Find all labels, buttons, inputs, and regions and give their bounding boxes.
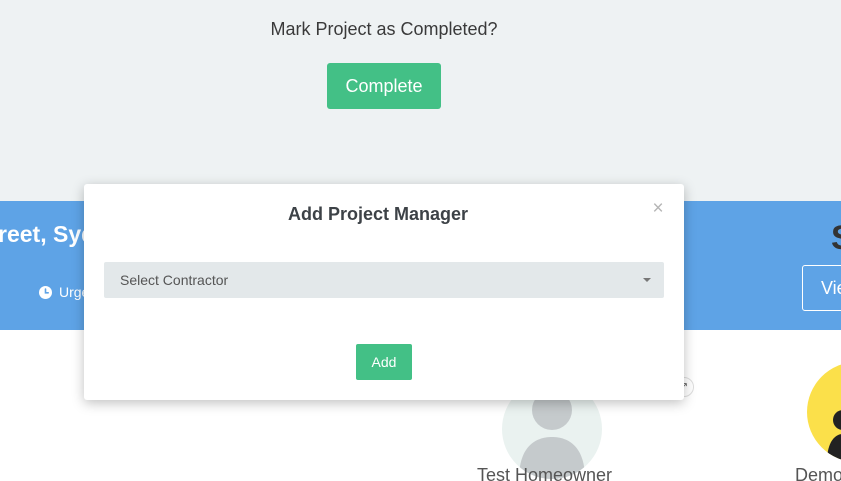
demo-name: Demo: [795, 465, 841, 481]
avatar: [807, 362, 841, 462]
project-address: reet, Syd: [0, 221, 96, 247]
urgency-label: Urge: [39, 284, 89, 300]
view-button[interactable]: Vie: [802, 265, 841, 311]
project-status: S: [831, 219, 841, 258]
complete-question: Mark Project as Completed?: [270, 19, 498, 39]
close-icon[interactable]: ×: [651, 199, 665, 218]
complete-button[interactable]: Complete: [327, 63, 441, 109]
modal-title: Add Project Manager: [287, 204, 469, 224]
contractor-select-label: Select Contractor: [120, 272, 229, 288]
homeowner-name: Test Homeowner: [477, 465, 613, 481]
add-button[interactable]: Add: [356, 344, 412, 380]
complete-section: Mark Project as Completed? Complete: [0, 0, 841, 201]
clock-icon: [39, 285, 52, 299]
chevron-down-icon: [643, 278, 651, 282]
add-project-manager-modal: Add Project Manager × Select Contractor …: [84, 184, 684, 400]
person-icon: [827, 410, 841, 462]
contractor-select[interactable]: Select Contractor: [104, 262, 664, 298]
page: Mark Project as Completed? Complete reet…: [0, 0, 841, 481]
